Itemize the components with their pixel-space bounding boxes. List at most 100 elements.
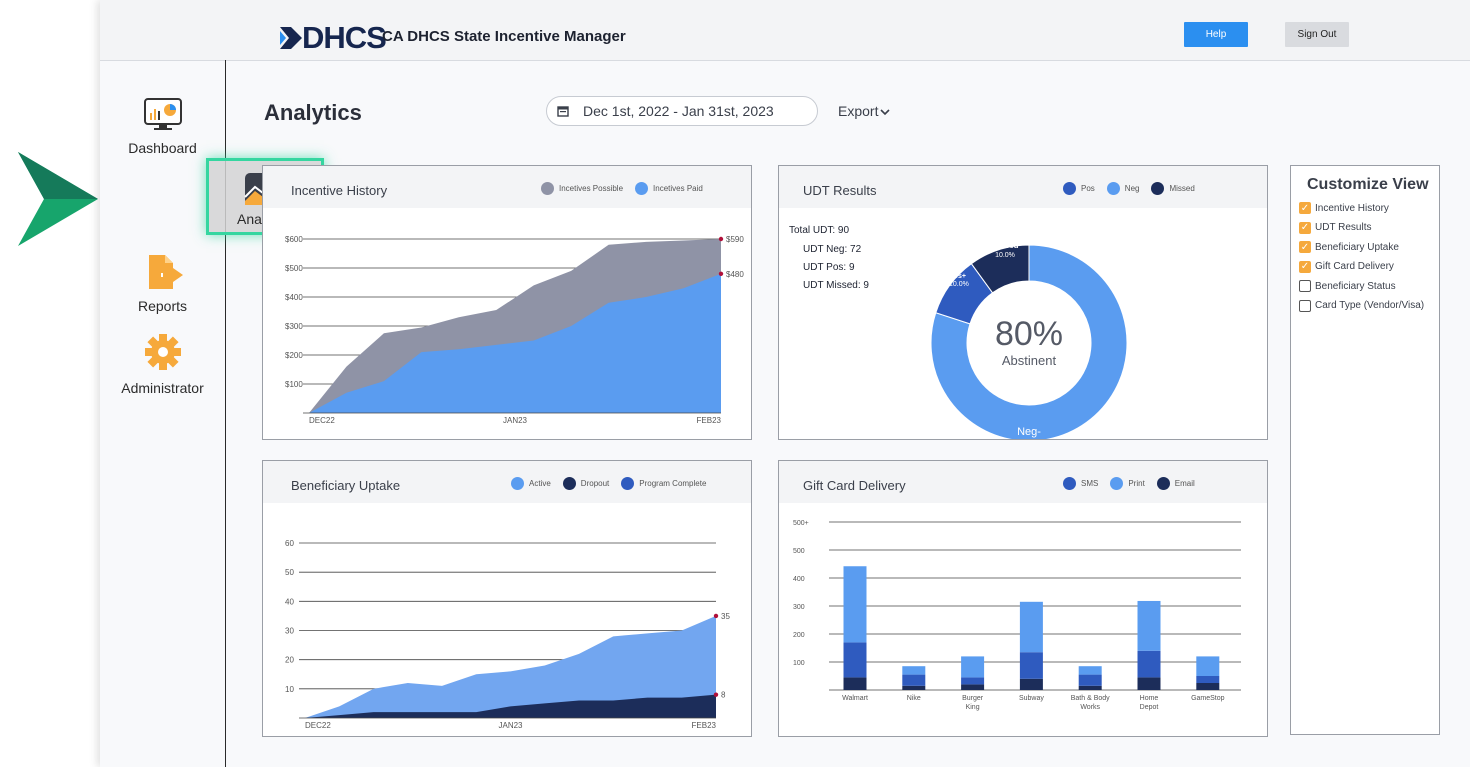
incentive-history-chart: $600 $500 $400 $300 $200 $100 $590 $480 DEC22 JAN… <box>285 235 744 425</box>
help-button[interactable]: Help <box>1184 22 1248 47</box>
date-range-value: Dec 1st, 2022 - Jan 31st, 2023 <box>583 103 774 119</box>
bar-segment <box>1019 652 1043 679</box>
monitor-chart-icon <box>143 98 182 130</box>
legend-label: Active <box>529 479 551 488</box>
chart-legend: Incetives Possible Incetives Paid <box>529 182 703 195</box>
legend-swatch <box>1106 182 1120 195</box>
legend-item-neg: Neg <box>1106 182 1139 195</box>
x-category-label: GameStop <box>1191 695 1225 702</box>
legend-swatch <box>562 477 576 490</box>
y-tick-label: 200 <box>793 632 805 639</box>
dhcs-logo-mark-icon <box>280 27 302 49</box>
end-point-marker <box>718 236 724 242</box>
checkbox-checked-icon[interactable]: ✓ <box>1299 260 1311 273</box>
bar-segment <box>1196 656 1220 676</box>
checkbox-checked-icon[interactable]: ✓ <box>1299 241 1311 253</box>
report-export-icon <box>148 255 183 289</box>
legend-item-sms: SMS <box>1063 477 1098 490</box>
legend-item-email: Email <box>1156 477 1195 490</box>
customize-option[interactable]: ✓ Beneficiary Uptake <box>1299 241 1399 253</box>
bar-segment <box>1019 678 1043 690</box>
y-tick-label: $300 <box>285 322 303 331</box>
bar-segment <box>1137 600 1161 651</box>
y-tick-label: 100 <box>793 660 805 667</box>
legend-swatch <box>1110 477 1124 490</box>
end-value-label: 35 <box>721 612 730 621</box>
checkbox-checked-icon[interactable]: ✓ <box>1299 221 1311 234</box>
legend-item-missed: Missed <box>1151 182 1195 195</box>
customize-option[interactable]: Beneficiary Status <box>1299 280 1396 292</box>
customize-option[interactable]: ✓ Gift Card Delivery <box>1299 260 1394 273</box>
customize-option-label: UDT Results <box>1315 222 1372 233</box>
x-tick-label: DEC22 <box>305 721 331 730</box>
sidebar-item-reports[interactable]: Reports <box>100 254 225 314</box>
customize-option[interactable]: Card Type (Vendor/Visa) <box>1299 299 1424 312</box>
y-tick-label: 60 <box>285 539 294 548</box>
legend-label: Email <box>1174 479 1195 488</box>
export-dropdown[interactable]: Export <box>838 103 891 119</box>
legend-swatch <box>1156 477 1170 490</box>
chevron-down-icon <box>880 109 891 116</box>
y-tick-label: $200 <box>285 351 303 360</box>
customize-view-title: Customize View <box>1307 176 1429 193</box>
sign-out-button[interactable]: Sign Out <box>1285 22 1349 47</box>
sidebar-item-label: Dashboard <box>128 140 197 156</box>
legend-label: Program Complete <box>639 479 707 488</box>
top-bar: DHCS CA DHCS State Incentive Manager Hel… <box>100 0 1470 61</box>
end-point-marker <box>713 692 719 697</box>
bar-segment <box>1196 676 1220 683</box>
y-tick-label: $400 <box>285 293 303 302</box>
sidebar-item-administrator[interactable]: Administrator <box>100 332 225 396</box>
legend-label: Incetives Paid <box>653 184 703 193</box>
x-tick-label: JAN23 <box>498 721 523 730</box>
x-category-label: Bath & Body <box>1071 695 1110 702</box>
chart-legend: Pos Neg Missed <box>1051 182 1195 195</box>
end-point-marker <box>713 613 719 619</box>
date-range-picker[interactable]: Dec 1st, 2022 - Jan 31st, 2023 <box>546 96 818 126</box>
slice-label-pos: Pos+ <box>949 273 966 280</box>
udt-results-card: UDT Results Pos Neg Missed Total UDT: 90… <box>778 165 1268 440</box>
x-tick-label: FEB23 <box>697 416 722 425</box>
bar-segment <box>1137 677 1161 690</box>
y-tick-label: 400 <box>793 576 805 583</box>
customize-option-label: Beneficiary Uptake <box>1315 241 1399 253</box>
donut-center-value: 80% <box>995 315 1063 353</box>
customize-option[interactable]: ✓ Incentive History <box>1299 202 1389 214</box>
app-window: DHCS CA DHCS State Incentive Manager Hel… <box>100 0 1470 767</box>
y-tick-label: 40 <box>285 597 294 606</box>
checkbox-empty-icon[interactable] <box>1299 299 1311 312</box>
incentive-history-card: Incentive History Incetives Possible Inc… <box>262 165 752 440</box>
legend-swatch <box>511 477 524 490</box>
y-tick-label: 500+ <box>793 520 809 527</box>
checkbox-empty-icon[interactable] <box>1299 280 1311 292</box>
legend-item-paid: Incetives Paid <box>635 182 703 195</box>
card-title: UDT Results <box>803 183 877 198</box>
legend-swatch <box>1151 182 1165 195</box>
bar-segment <box>1019 601 1043 653</box>
slice-label-missed: Missed <box>991 241 1018 250</box>
legend-item-print: Print <box>1110 477 1145 490</box>
legend-label: Dropout <box>580 479 610 488</box>
export-label: Export <box>838 103 879 119</box>
chart-legend: Active Dropout Program Complete <box>499 477 706 490</box>
x-category-label: Walmart <box>842 695 868 702</box>
customize-view-panel: Customize View ✓ Incentive History ✓ UDT Re… <box>1290 165 1440 735</box>
legend-swatch <box>541 182 554 195</box>
legend-item-dropout: Dropout <box>562 477 610 490</box>
bar-segment <box>1196 683 1220 690</box>
customize-option[interactable]: ✓ UDT Results <box>1299 221 1372 234</box>
udt-donut-chart: Missed10.0%Pos+10.0%Neg-80.0%80%Abstinen… <box>930 241 1128 439</box>
sidebar-item-dashboard[interactable]: Dashboard <box>100 98 225 156</box>
x-category-label: Works <box>1080 704 1100 711</box>
pointer-arrow-icon <box>18 152 98 246</box>
bar-segment <box>1078 685 1102 690</box>
x-tick-label: FEB23 <box>692 721 717 730</box>
gift-card-bar-chart: 500+ 500 400 300 200 100 Walmart Nike Burger King… <box>793 520 1241 711</box>
sidebar-item-label: Reports <box>137 298 188 314</box>
checkbox-checked-icon[interactable]: ✓ <box>1299 202 1311 214</box>
legend-swatch <box>1063 182 1076 195</box>
legend-swatch <box>621 477 635 490</box>
page-title: Analytics <box>264 100 362 125</box>
legend-label: SMS <box>1081 479 1099 488</box>
y-tick-label: 30 <box>285 627 294 636</box>
